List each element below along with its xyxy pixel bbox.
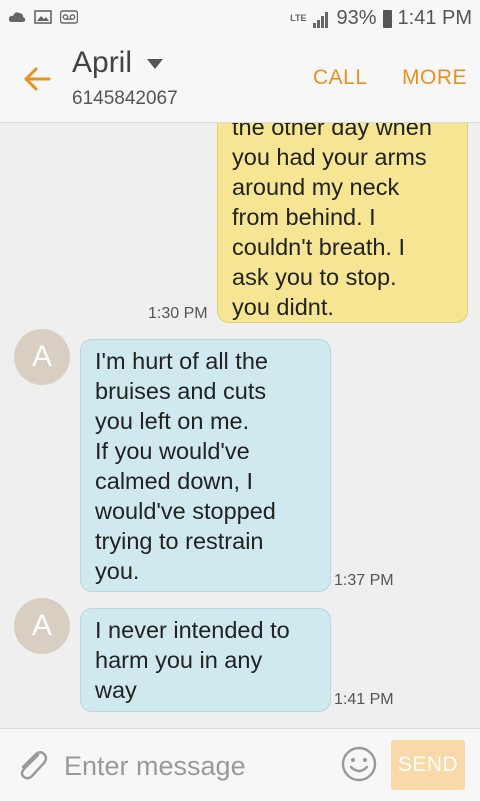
status-time: 1:41 PM (397, 7, 472, 29)
outgoing-message-bubble[interactable]: the other day when you had your arms aro… (217, 123, 468, 323)
battery-icon (382, 9, 392, 28)
message-timestamp: 1:41 PM (334, 691, 394, 708)
signal-icon (313, 11, 329, 28)
emoji-icon[interactable] (340, 745, 378, 783)
chevron-down-icon[interactable] (146, 58, 164, 70)
message-timestamp: 1:37 PM (334, 572, 394, 589)
back-arrow-icon[interactable] (22, 64, 52, 94)
contact-avatar[interactable]: A (14, 598, 70, 654)
status-bar: LTE 93% 1:41 PM (0, 0, 480, 38)
call-button[interactable]: CALL (313, 66, 368, 90)
incoming-message-bubble[interactable]: I never intended to harm you in any way (80, 608, 331, 712)
send-button[interactable]: SEND (391, 740, 465, 790)
message-thread[interactable]: the other day when you had your arms aro… (0, 123, 480, 727)
contact-name[interactable]: April (72, 46, 132, 80)
cloud-icon (8, 12, 26, 22)
image-icon (34, 10, 52, 24)
conversation-header: April 6145842067 CALL MORE (0, 38, 480, 123)
incoming-message-bubble[interactable]: I'm hurt of all the bruises and cuts you… (80, 339, 331, 592)
more-button[interactable]: MORE (402, 66, 467, 90)
attachment-icon[interactable] (14, 747, 50, 783)
contact-number: 6145842067 (72, 88, 178, 109)
voicemail-icon (60, 10, 78, 24)
message-timestamp: 1:30 PM (148, 305, 208, 322)
battery-percent: 93% (336, 7, 377, 29)
network-label: LTE (290, 13, 307, 23)
message-input[interactable] (62, 743, 336, 789)
message-composer: SEND (0, 728, 480, 801)
contact-avatar[interactable]: A (14, 329, 70, 385)
